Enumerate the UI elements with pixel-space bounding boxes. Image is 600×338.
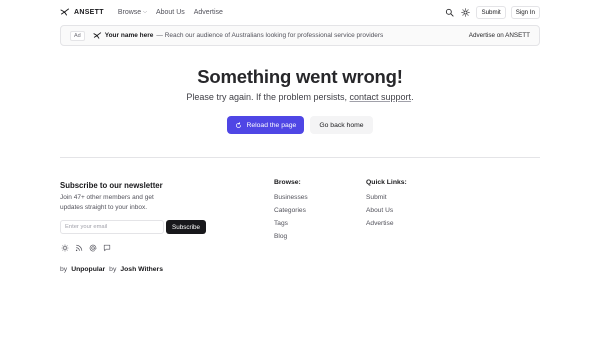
site-header: ANSETT Browse ⌵ About Us Advertise Submi… (60, 4, 540, 20)
brand-name: ANSETT (74, 8, 104, 16)
go-home-label: Go back home (319, 121, 364, 129)
credits-author-link[interactable]: Josh Withers (120, 266, 163, 273)
theme-link[interactable] (60, 243, 69, 252)
rss-link[interactable] (74, 243, 83, 252)
nav-browse-label: Browse (117, 8, 142, 16)
chat-link[interactable] (102, 243, 111, 252)
newsletter-description: Join 47+ other members and get updates s… (60, 194, 154, 211)
error-desc-prefix: Please try again. If the problem persist… (186, 92, 347, 102)
email-input[interactable] (60, 220, 164, 234)
go-home-button[interactable]: Go back home (310, 116, 373, 134)
theme-icon (61, 244, 68, 251)
sign-in-button[interactable]: Sign In (510, 5, 540, 19)
footer-col-browse: Browse: Businesses Categories Tags Blog (274, 179, 308, 243)
advertise-cta-link[interactable]: Advertise on ANSETT (469, 32, 530, 39)
nav-advertise-label: Advertise (193, 8, 223, 16)
sun-icon (461, 7, 471, 17)
contact-support-link[interactable]: contact support (350, 92, 412, 102)
newsletter-form: Subscribe (60, 220, 207, 234)
chevron-down-icon: ⌵ (143, 9, 147, 15)
footer-divider (60, 157, 540, 158)
footer-col-title: Browse: (274, 179, 301, 186)
at-icon (89, 244, 96, 251)
newsletter-title: Subscribe to our newsletter (60, 181, 163, 190)
ad-name: Your name here (104, 32, 154, 39)
ad-text: — Reach our audience of Australians look… (156, 32, 384, 39)
logo-bird-icon (93, 32, 101, 39)
social-links (60, 243, 111, 252)
credits-by: by (60, 266, 68, 273)
footer-link-blog[interactable]: Blog (274, 230, 308, 243)
error-description: Please try again. If the problem persist… (0, 92, 600, 102)
ad-banner[interactable]: Ad Your name here — Reach our audience o… (60, 25, 540, 46)
footer-link-categories[interactable]: Categories (274, 204, 308, 217)
reload-label: Reload the page (246, 121, 297, 129)
error-actions: Reload the page Go back home (0, 116, 600, 134)
footer-link-businesses[interactable]: Businesses (274, 191, 308, 204)
footer-link-tags[interactable]: Tags (274, 217, 308, 230)
search-button[interactable] (444, 7, 455, 18)
error-title: Something went wrong! (197, 66, 403, 87)
header-actions: Submit Sign In (444, 5, 540, 19)
reload-button[interactable]: Reload the page (227, 116, 305, 134)
credits: by Unpopular by Josh Withers (60, 266, 163, 273)
theme-toggle-button[interactable] (460, 7, 471, 18)
footer-link-advertise[interactable]: Advertise (366, 217, 407, 230)
logo-bird-icon (60, 8, 69, 16)
nav-advertise[interactable]: Advertise (194, 9, 223, 16)
submit-button[interactable]: Submit (476, 5, 506, 19)
logo[interactable]: ANSETT (60, 7, 104, 17)
credits-unpopular-link[interactable]: Unpopular (71, 266, 105, 273)
email-link[interactable] (88, 243, 97, 252)
error-desc-suffix: . (411, 92, 414, 102)
nav-about-us[interactable]: About Us (156, 9, 185, 16)
footer-col-title: Quick Links: (366, 179, 407, 186)
ad-badge: Ad (70, 30, 85, 41)
footer-col-quick-links: Quick Links: Submit About Us Advertise (366, 179, 407, 230)
footer-link-submit[interactable]: Submit (366, 191, 407, 204)
rss-icon (75, 244, 82, 251)
main-nav: Browse ⌵ About Us Advertise (118, 9, 223, 16)
subscribe-button[interactable]: Subscribe (166, 220, 207, 234)
footer-link-about-us[interactable]: About Us (366, 204, 407, 217)
search-icon (446, 8, 455, 17)
credits-by: by (109, 266, 117, 273)
nav-about-label: About Us (155, 8, 185, 16)
refresh-icon (236, 121, 242, 128)
chat-icon (103, 244, 110, 251)
nav-browse[interactable]: Browse ⌵ (118, 9, 147, 16)
